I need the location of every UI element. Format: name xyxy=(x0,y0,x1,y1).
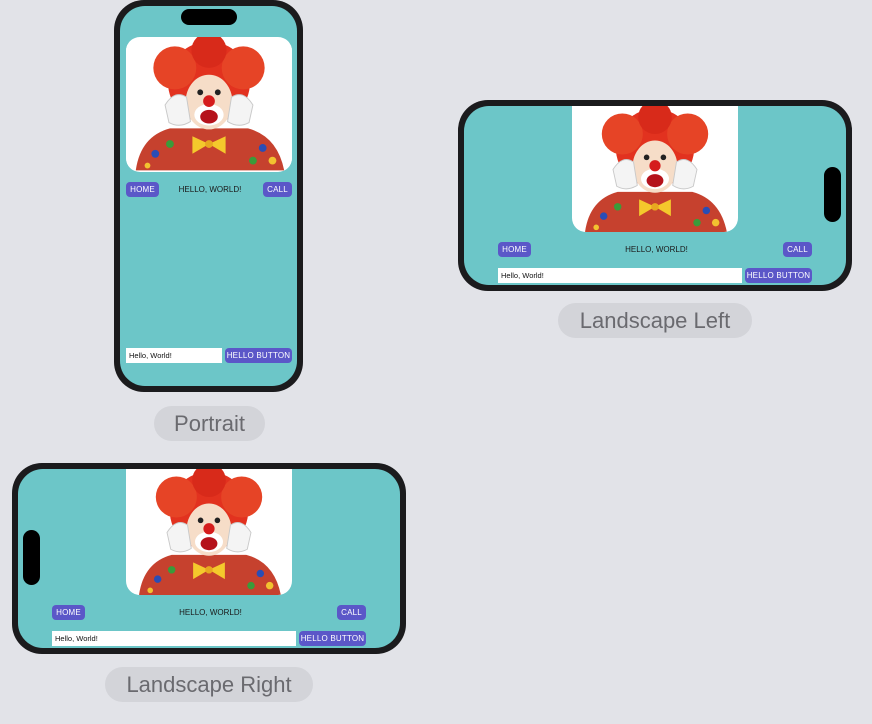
home-button[interactable]: HOME xyxy=(52,605,85,620)
clown-image xyxy=(126,37,292,172)
portrait-screen: HOME HELLO, WORLD! CALL Hello, World! HE… xyxy=(120,6,297,386)
hello-text-field[interactable]: Hello, World! xyxy=(52,631,296,646)
hello-button[interactable]: HELLO BUTTON xyxy=(299,631,366,646)
caption-portrait: Portrait xyxy=(154,406,265,441)
hello-button[interactable]: HELLO BUTTON xyxy=(225,348,292,363)
clown-image xyxy=(126,469,292,595)
dynamic-island xyxy=(23,530,40,585)
call-button[interactable]: CALL xyxy=(263,182,292,197)
call-button[interactable]: CALL xyxy=(337,605,366,620)
home-button[interactable]: HOME xyxy=(498,242,531,257)
hello-button[interactable]: HELLO BUTTON xyxy=(745,268,812,283)
portrait-device: HOME HELLO, WORLD! CALL Hello, World! HE… xyxy=(114,0,303,392)
home-button[interactable]: HOME xyxy=(126,182,159,197)
hello-world-label: HELLO, WORLD! xyxy=(179,608,242,617)
hello-world-label: HELLO, WORLD! xyxy=(625,245,688,254)
dynamic-island xyxy=(824,167,841,222)
hello-text-field[interactable]: Hello, World! xyxy=(126,348,222,363)
call-button[interactable]: CALL xyxy=(783,242,812,257)
landscape-left-device: HOME HELLO, WORLD! CALL Hello, World! HE… xyxy=(458,100,852,291)
dynamic-island xyxy=(181,9,237,25)
caption-landscape-right: Landscape Right xyxy=(105,667,313,702)
landscape-right-device: HOME HELLO, WORLD! CALL Hello, World! HE… xyxy=(12,463,406,654)
hello-world-label: HELLO, WORLD! xyxy=(178,185,242,194)
caption-landscape-left: Landscape Left xyxy=(558,303,752,338)
clown-image xyxy=(572,106,738,232)
landscape-right-screen: HOME HELLO, WORLD! CALL Hello, World! HE… xyxy=(18,469,400,648)
hello-text-field[interactable]: Hello, World! xyxy=(498,268,742,283)
landscape-left-screen: HOME HELLO, WORLD! CALL Hello, World! HE… xyxy=(464,106,846,285)
